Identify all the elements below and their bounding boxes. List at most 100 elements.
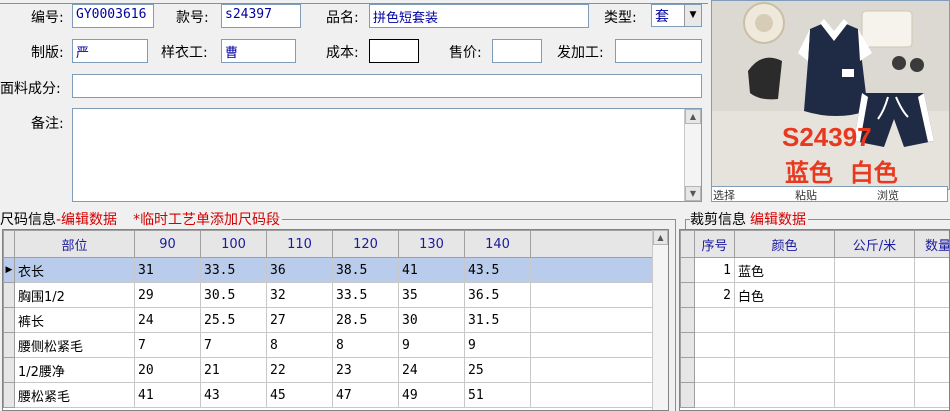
table-cell[interactable]: 腰松紧毛 [14, 382, 135, 408]
product-name-field[interactable]: 拼色短套装 [369, 4, 589, 28]
size-col-part[interactable]: 部位 [14, 230, 135, 258]
table-row[interactable]: 1/2腰净 20 21 22 23 24 25 [3, 357, 654, 383]
table-cell[interactable]: 9 [464, 332, 531, 358]
size-edit-data-link[interactable]: -编辑数据 [56, 212, 117, 228]
table-row[interactable]: 裤长 24 25.5 27 28.5 30 31.5 [3, 307, 654, 333]
scroll-up-icon[interactable]: ▲ [685, 109, 701, 124]
table-cell[interactable]: 30.5 [200, 282, 267, 308]
fabric-field[interactable] [72, 74, 702, 98]
table-cell[interactable]: 胸围1/2 [14, 282, 135, 308]
table-cell[interactable] [914, 257, 949, 283]
cut-col-quantity[interactable]: 数量 [914, 230, 949, 258]
table-row[interactable]: 腰侧松紧毛 7 7 8 8 9 9 [3, 332, 654, 358]
type-select[interactable]: 套 ▼ [651, 4, 702, 27]
table-cell[interactable]: 24 [134, 307, 201, 333]
table-cell[interactable]: 36 [266, 257, 333, 283]
table-cell[interactable]: 蓝色 [734, 257, 835, 283]
table-cell[interactable]: 41 [134, 382, 201, 408]
size-col-130[interactable]: 130 [398, 230, 465, 258]
size-col-100[interactable]: 100 [200, 230, 267, 258]
table-cell[interactable]: 裤长 [14, 307, 135, 333]
cut-grid-frame: 序号 颜色 公斤/米 数量 1 蓝色 2 白色 [679, 229, 950, 411]
size-col-90[interactable]: 90 [134, 230, 201, 258]
table-cell[interactable]: 21 [200, 357, 267, 383]
table-cell[interactable]: 32 [266, 282, 333, 308]
remark-scrollbar[interactable]: ▲ ▼ [684, 109, 701, 201]
row-header[interactable] [3, 357, 15, 383]
table-cell[interactable]: 35 [398, 282, 465, 308]
price-field[interactable] [492, 39, 542, 63]
table-cell[interactable]: 23 [332, 357, 399, 383]
table-cell[interactable]: 33.5 [200, 257, 267, 283]
table-cell[interactable]: 衣长 [14, 257, 135, 283]
table-cell[interactable]: 28.5 [332, 307, 399, 333]
table-cell[interactable]: 31.5 [464, 307, 531, 333]
table-cell[interactable]: 43.5 [464, 257, 531, 283]
table-cell[interactable]: 腰侧松紧毛 [14, 332, 135, 358]
serial-field[interactable]: GY0003616 [72, 4, 154, 28]
photo-select-link[interactable]: 选择 [713, 187, 735, 203]
remark-textarea[interactable] [72, 108, 702, 202]
table-cell[interactable]: 22 [266, 357, 333, 383]
table-cell[interactable]: 9 [398, 332, 465, 358]
sample-maker-field[interactable]: 曹 [221, 39, 296, 63]
cost-field[interactable] [369, 39, 419, 63]
size-col-140[interactable]: 140 [464, 230, 531, 258]
table-cell[interactable]: 49 [398, 382, 465, 408]
table-cell[interactable]: 25 [464, 357, 531, 383]
cut-edit-data-link[interactable]: 编辑数据 [750, 212, 806, 228]
table-row[interactable]: 腰松紧毛 41 43 45 47 49 51 [3, 382, 654, 408]
table-cell[interactable]: 白色 [734, 282, 835, 308]
table-row[interactable]: 2 白色 [680, 282, 949, 308]
photo-browse-link[interactable]: 浏览 [877, 187, 899, 203]
plate-maker-field[interactable]: 严 [72, 39, 148, 63]
table-cell[interactable]: 30 [398, 307, 465, 333]
photo-paste-link[interactable]: 粘贴 [795, 187, 817, 203]
table-cell[interactable]: 27 [266, 307, 333, 333]
size-table-scrollbar[interactable]: ▲ [652, 230, 668, 410]
row-pointer-icon[interactable]: ▶ [3, 257, 15, 283]
table-row[interactable]: ▶ 衣长 31 33.5 36 38.5 41 43.5 [3, 257, 654, 283]
table-cell[interactable]: 7 [200, 332, 267, 358]
cut-col-index[interactable]: 序号 [694, 230, 735, 258]
scroll-down-icon[interactable]: ▼ [685, 186, 701, 201]
table-cell[interactable]: 25.5 [200, 307, 267, 333]
scroll-up-icon[interactable]: ▲ [653, 230, 668, 245]
table-cell[interactable]: 36.5 [464, 282, 531, 308]
table-cell[interactable]: 20 [134, 357, 201, 383]
table-cell[interactable]: 43 [200, 382, 267, 408]
size-col-120[interactable]: 120 [332, 230, 399, 258]
table-cell[interactable]: 41 [398, 257, 465, 283]
table-cell[interactable]: 24 [398, 357, 465, 383]
table-cell[interactable]: 51 [464, 382, 531, 408]
table-cell[interactable]: 45 [266, 382, 333, 408]
row-header[interactable] [680, 257, 695, 283]
outsource-field[interactable] [615, 39, 702, 63]
table-cell[interactable]: 38.5 [332, 257, 399, 283]
table-cell[interactable]: 2 [694, 282, 735, 308]
cut-col-color[interactable]: 颜色 [734, 230, 835, 258]
style-number-field[interactable]: s24397 [221, 4, 301, 28]
table-cell[interactable]: 33.5 [332, 282, 399, 308]
table-cell[interactable] [914, 282, 949, 308]
table-cell[interactable]: 1 [694, 257, 735, 283]
table-cell[interactable]: 31 [134, 257, 201, 283]
table-cell[interactable]: 1/2腰净 [14, 357, 135, 383]
row-header[interactable] [3, 307, 15, 333]
table-row[interactable]: 1 蓝色 [680, 257, 949, 283]
row-header[interactable] [3, 382, 15, 408]
table-cell[interactable] [834, 257, 915, 283]
chevron-down-icon[interactable]: ▼ [684, 5, 701, 26]
row-header[interactable] [3, 332, 15, 358]
table-cell[interactable]: 29 [134, 282, 201, 308]
cut-col-weight[interactable]: 公斤/米 [834, 230, 915, 258]
row-header[interactable] [3, 282, 15, 308]
table-cell[interactable]: 8 [332, 332, 399, 358]
size-col-110[interactable]: 110 [266, 230, 333, 258]
table-cell[interactable]: 7 [134, 332, 201, 358]
table-cell[interactable]: 8 [266, 332, 333, 358]
row-header[interactable] [680, 282, 695, 308]
table-cell[interactable]: 47 [332, 382, 399, 408]
table-cell[interactable] [834, 282, 915, 308]
table-row[interactable]: 胸围1/2 29 30.5 32 33.5 35 36.5 [3, 282, 654, 308]
